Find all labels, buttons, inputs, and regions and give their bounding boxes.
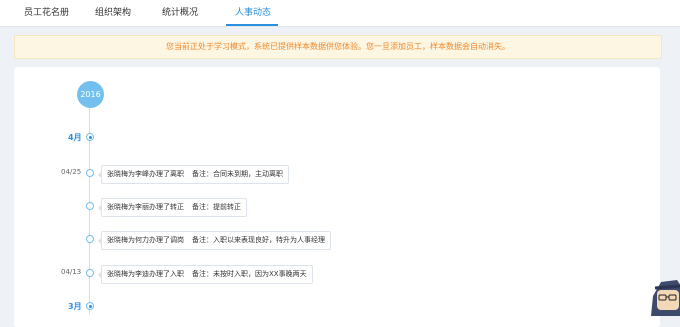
event-date: 04/13 <box>61 268 82 276</box>
event-marker <box>86 169 94 177</box>
event-text: 张晓梅为李丽办理了转正 <box>107 203 184 211</box>
month-label: 3月 <box>68 302 82 311</box>
tab-employee-roster[interactable]: 员工花名册 <box>24 0 69 26</box>
tab-statistics[interactable]: 统计概况 <box>162 0 198 26</box>
tab-bar: 员工花名册 组织架构 统计概况 人事动态 <box>0 0 680 27</box>
month-label: 4月 <box>68 133 82 142</box>
event-card: 张晓梅为李丽办理了转正 备注：提前转正 <box>98 198 247 217</box>
event-remark: 备注：提前转正 <box>192 203 241 211</box>
event-text: 张晓梅为李峰办理了离职 <box>107 170 184 178</box>
learning-mode-notice: 您当前正处于学习模式，系统已提供样本数据供您体验。您一旦添加员工，样本数据会自动… <box>14 35 662 59</box>
event-remark: 备注：入职以来表现良好，特升为人事经理 <box>192 236 325 244</box>
active-tab-indicator <box>226 24 278 26</box>
event-card: 张晓梅为李迪办理了入职 备注：未按时入职，因为XX事晚两天 <box>98 265 313 284</box>
event-marker <box>86 269 94 277</box>
event-remark: 备注：合同未到期，主动离职 <box>192 170 283 178</box>
timeline-panel <box>14 67 660 327</box>
event-date: 04/25 <box>61 168 82 176</box>
month-marker <box>86 133 94 141</box>
event-card: 张晓梅为何力办理了调岗 备注：入职以来表现良好，特升为人事经理 <box>98 231 331 250</box>
year-badge: 2016 <box>77 81 104 108</box>
event-text: 张晓梅为何力办理了调岗 <box>107 236 184 244</box>
tab-hr-activity[interactable]: 人事动态 <box>235 0 271 26</box>
event-card: 张晓梅为李峰办理了离职 备注：合同未到期，主动离职 <box>98 165 289 184</box>
tab-org-structure[interactable]: 组织架构 <box>95 0 131 26</box>
mascot-avatar-icon[interactable] <box>647 276 680 316</box>
event-remark: 备注：未按时入职，因为XX事晚两天 <box>192 270 307 278</box>
month-marker <box>86 302 94 310</box>
event-marker <box>86 235 94 243</box>
event-text: 张晓梅为李迪办理了入职 <box>107 270 184 278</box>
event-marker <box>86 202 94 210</box>
notice-text: 您当前正处于学习模式，系统已提供样本数据供您体验。您一旦添加员工，样本数据会自动… <box>166 42 510 51</box>
